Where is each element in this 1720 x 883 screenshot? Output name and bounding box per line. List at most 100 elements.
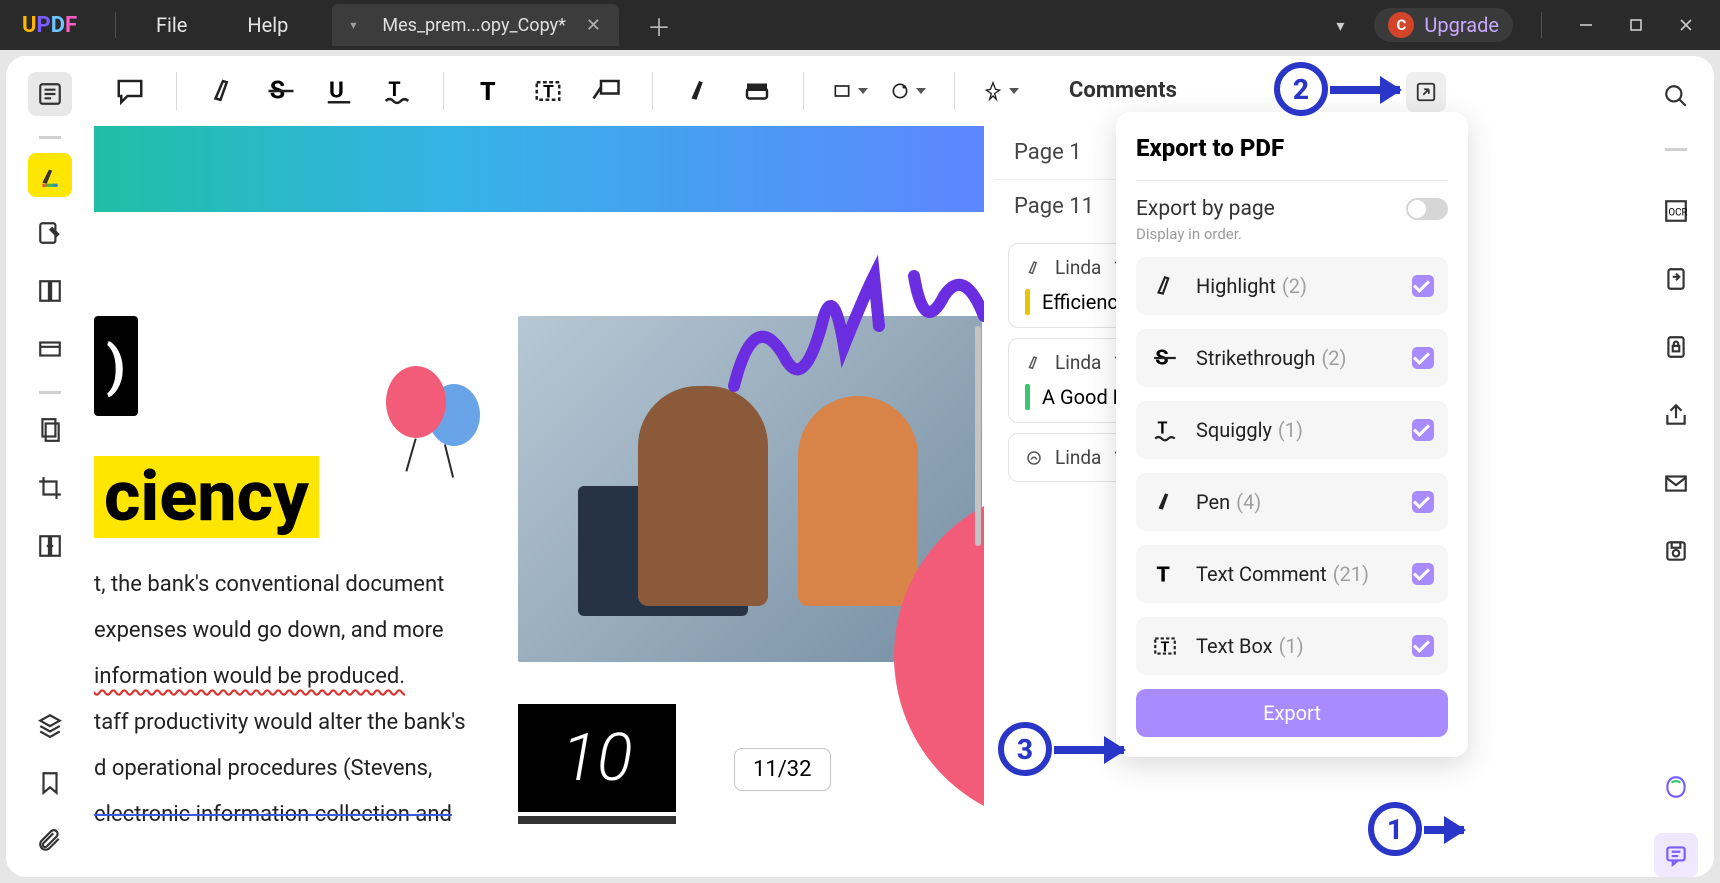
svg-text:OCR: OCR xyxy=(1668,207,1687,218)
highlight-icon xyxy=(1025,259,1043,277)
export-option-squiggly[interactable]: T Squiggly(1) xyxy=(1136,401,1448,459)
protect-icon[interactable] xyxy=(1654,325,1698,369)
export-hint: Display in order. xyxy=(1136,225,1448,243)
window-close-icon[interactable] xyxy=(1670,9,1702,41)
window-minimize-icon[interactable] xyxy=(1570,9,1602,41)
layers-icon[interactable] xyxy=(28,703,72,747)
textbox-icon[interactable]: T xyxy=(530,73,566,109)
tab-dropdown-icon[interactable]: ▾ xyxy=(350,18,356,32)
highlighter-tool-icon[interactable] xyxy=(28,153,72,197)
page-number-box: 10 xyxy=(518,704,676,812)
shape-rect-icon[interactable] xyxy=(832,73,868,109)
squiggly-icon[interactable]: T xyxy=(379,73,415,109)
comment-user: Linda xyxy=(1055,446,1101,469)
comments-panel-icon[interactable] xyxy=(1654,833,1698,877)
share-icon[interactable] xyxy=(1654,393,1698,437)
reader-mode-icon[interactable] xyxy=(28,72,72,116)
callout-arrow xyxy=(1424,826,1464,834)
export-panel-icon[interactable] xyxy=(1406,72,1446,112)
checkbox[interactable] xyxy=(1412,275,1434,297)
new-tab-button[interactable]: ＋ xyxy=(647,8,671,43)
checkbox[interactable] xyxy=(1412,563,1434,585)
svg-text:T: T xyxy=(480,77,496,105)
edit-tool-icon[interactable] xyxy=(28,211,72,255)
balloon-string xyxy=(405,438,416,471)
window-maximize-icon[interactable] xyxy=(1620,9,1652,41)
page-indicator[interactable]: 11/32 xyxy=(734,748,831,791)
convert-icon[interactable] xyxy=(1654,257,1698,301)
upgrade-label: Upgrade xyxy=(1424,13,1499,37)
separator xyxy=(176,72,177,110)
export-option-strikethrough[interactable]: S Strikethrough(2) xyxy=(1136,329,1448,387)
avatar: C xyxy=(1388,12,1414,38)
separator xyxy=(652,72,653,110)
checkbox[interactable] xyxy=(1412,347,1434,369)
checkbox[interactable] xyxy=(1412,419,1434,441)
menu-help[interactable]: Help xyxy=(217,13,318,37)
callout-marker-1: 1 xyxy=(1368,802,1422,856)
svg-text:T: T xyxy=(543,82,554,102)
upgrade-button[interactable]: C Upgrade xyxy=(1374,8,1513,42)
pin-icon[interactable] xyxy=(983,73,1019,109)
export-option-text-comment[interactable]: T Text Comment(21) xyxy=(1136,545,1448,603)
tab-title: Mes_prem...opy_Copy* xyxy=(382,15,565,36)
form-tool-icon[interactable] xyxy=(28,327,72,371)
svg-text:T: T xyxy=(1157,418,1167,437)
export-by-page-toggle[interactable] xyxy=(1406,198,1448,220)
crop-tool-icon[interactable] xyxy=(28,466,72,510)
pages-tool-icon[interactable] xyxy=(28,269,72,313)
callout-arrow xyxy=(1054,746,1124,754)
separator xyxy=(1665,148,1687,151)
organize-tool-icon[interactable] xyxy=(28,408,72,452)
bookmark-icon[interactable] xyxy=(28,761,72,805)
export-title: Export to PDF xyxy=(1136,134,1448,162)
document-tab[interactable]: ▾ Mes_prem...opy_Copy* ✕ xyxy=(332,4,619,46)
export-button[interactable]: Export xyxy=(1136,689,1448,737)
balloon-red-icon xyxy=(386,366,446,438)
highlighted-text: ciency xyxy=(94,456,319,538)
document-canvas[interactable]: ) ciency t, the bank's conventional docu… xyxy=(94,126,984,869)
menu-file[interactable]: File xyxy=(126,13,217,37)
pen-drawing xyxy=(714,246,984,406)
chevron-down-icon[interactable]: ▾ xyxy=(1324,9,1356,41)
highlight-stripe xyxy=(1025,384,1030,410)
attachment-icon[interactable] xyxy=(28,819,72,863)
export-option-highlight[interactable]: Highlight(2) xyxy=(1136,257,1448,315)
strikethrough-icon[interactable]: S xyxy=(263,73,299,109)
checkbox[interactable] xyxy=(1412,491,1434,513)
separator xyxy=(39,391,61,394)
callout-arrow xyxy=(1330,86,1400,94)
app-logo: UPDF xyxy=(22,13,87,38)
save-icon[interactable] xyxy=(1654,529,1698,573)
highlight-icon xyxy=(1150,271,1180,301)
highlight-icon[interactable] xyxy=(205,73,241,109)
doc-banner xyxy=(94,126,984,212)
export-by-page-label: Export by page xyxy=(1136,197,1275,221)
comment-text: Efficiency xyxy=(1042,290,1127,314)
pen-icon xyxy=(1025,449,1043,467)
right-sidebar: OCR xyxy=(1638,56,1714,877)
svg-text:T: T xyxy=(388,77,400,101)
vertical-scrollbar[interactable] xyxy=(975,206,981,859)
underline-icon[interactable]: U xyxy=(321,73,357,109)
checkbox[interactable] xyxy=(1412,635,1434,657)
compare-tool-icon[interactable] xyxy=(28,524,72,568)
export-option-text-box[interactable]: T Text Box(1) xyxy=(1136,617,1448,675)
email-icon[interactable] xyxy=(1654,461,1698,505)
comment-bubble-icon[interactable] xyxy=(112,73,148,109)
search-icon[interactable] xyxy=(1654,74,1698,118)
shape-circle-icon[interactable] xyxy=(890,73,926,109)
separator xyxy=(803,72,804,110)
text-icon[interactable]: T xyxy=(472,73,508,109)
export-option-pen[interactable]: Pen(4) xyxy=(1136,473,1448,531)
comment-user: Linda xyxy=(1055,351,1101,374)
ocr-icon[interactable]: OCR xyxy=(1654,189,1698,233)
eraser-icon[interactable] xyxy=(739,73,775,109)
callout-marker-2: 2 xyxy=(1274,62,1328,116)
ai-icon[interactable] xyxy=(1654,765,1698,809)
pen-fill-icon[interactable] xyxy=(681,73,717,109)
doc-number-block: ) xyxy=(94,316,138,416)
svg-text:T: T xyxy=(1156,563,1170,587)
tab-close-icon[interactable]: ✕ xyxy=(586,15,601,36)
callout-icon[interactable] xyxy=(588,73,624,109)
